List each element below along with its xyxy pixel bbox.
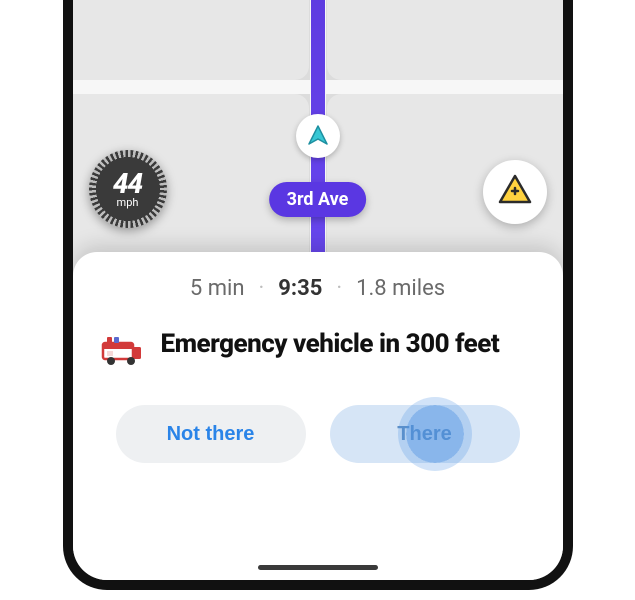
hazard-triangle-icon bbox=[497, 172, 533, 212]
emergency-vehicle-icon bbox=[101, 333, 143, 367]
separator-dot: · bbox=[259, 276, 265, 301]
trip-summary-row: 5 min · 9:35 · 1.8 miles bbox=[101, 276, 535, 301]
not-there-button[interactable]: Not there bbox=[116, 405, 306, 463]
bottom-sheet: 5 min · 9:35 · 1.8 miles Emergency vehi bbox=[73, 252, 563, 580]
phone-frame: 3rd Ave 44 mph 5 min · 9:35 · 1.8 miles bbox=[63, 0, 573, 590]
map-block bbox=[73, 0, 309, 80]
separator-dot: · bbox=[336, 276, 342, 301]
there-label: There bbox=[397, 423, 451, 446]
home-indicator bbox=[258, 565, 378, 570]
arrival-time: 9:35 bbox=[278, 276, 322, 301]
map-block bbox=[327, 0, 563, 80]
confirmation-buttons: Not there There bbox=[101, 405, 535, 463]
speed-value: 44 bbox=[113, 170, 142, 198]
speed-unit: mph bbox=[117, 196, 139, 209]
street-name-badge: 3rd Ave bbox=[269, 182, 367, 217]
alert-title: Emergency vehicle in 300 feet bbox=[161, 329, 500, 360]
street-name-label: 3rd Ave bbox=[287, 189, 349, 210]
current-location-marker bbox=[296, 114, 340, 158]
speedometer: 44 mph bbox=[89, 150, 167, 228]
add-report-button[interactable] bbox=[483, 160, 547, 224]
eta-duration: 5 min bbox=[190, 276, 245, 301]
there-button[interactable]: There bbox=[330, 405, 520, 463]
alert-row: Emergency vehicle in 300 feet bbox=[101, 329, 535, 367]
trip-distance: 1.8 miles bbox=[356, 276, 445, 301]
heading-arrow-icon bbox=[306, 124, 330, 148]
not-there-label: Not there bbox=[167, 423, 255, 446]
